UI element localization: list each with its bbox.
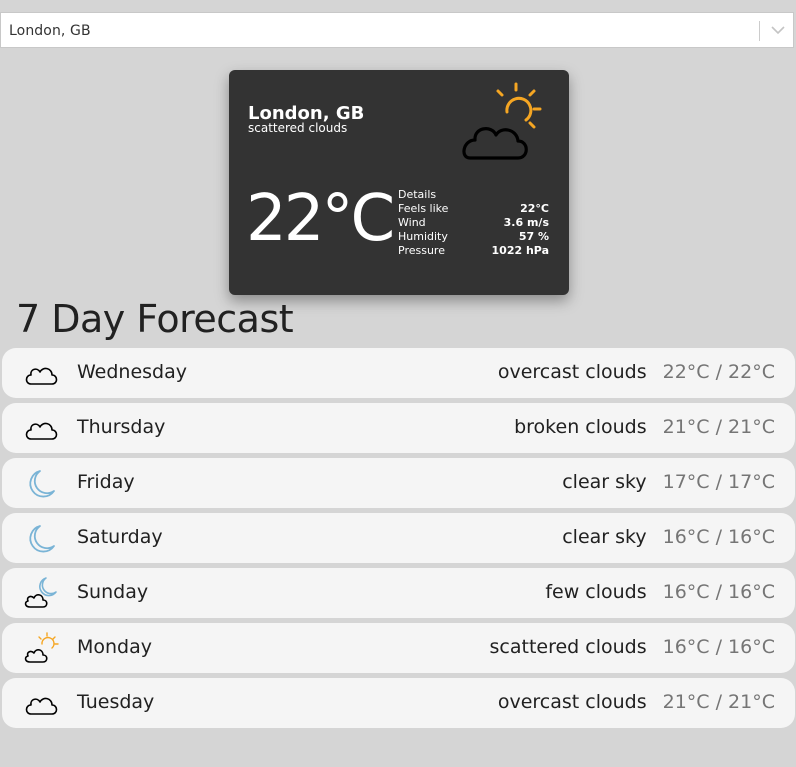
forecast-summary: broken clouds 21°C / 21°C (514, 416, 775, 438)
city-search-select[interactable]: London, GB (0, 12, 794, 48)
forecast-description: overcast clouds (497, 691, 647, 713)
forecast-row-friday[interactable]: Friday clear sky 17°C / 17°C (2, 458, 795, 508)
forecast-summary: overcast clouds 22°C / 22°C (498, 361, 775, 383)
search-value: London, GB (9, 23, 91, 39)
forecast-day: Friday (77, 471, 135, 493)
detail-label: Humidity (398, 230, 448, 243)
detail-row-pressure: Pressure 1022 hPa (398, 244, 549, 258)
moon-icon (29, 470, 55, 498)
forecast-list: Wednesday overcast clouds 22°C / 22°C Thu… (2, 348, 795, 733)
forecast-temperature: 21°C / 21°C (662, 416, 775, 438)
forecast-day: Saturday (77, 526, 163, 548)
top-band (0, 0, 796, 12)
cloud-icon (25, 367, 58, 385)
detail-label: Pressure (398, 244, 445, 257)
forecast-title: 7 Day Forecast (16, 297, 294, 341)
forecast-day: Monday (77, 636, 153, 658)
detail-value: 1022 hPa (491, 244, 549, 257)
forecast-summary: few clouds 16°C / 16°C (545, 581, 775, 603)
details-header: Details (398, 188, 549, 202)
forecast-description: scattered clouds (489, 636, 647, 658)
chevron-down-icon[interactable] (770, 24, 786, 36)
details-panel: Details Feels like 22°C Wind 3.6 m/s Hum… (398, 188, 549, 258)
forecast-day: Tuesday (77, 691, 155, 713)
forecast-description: overcast clouds (497, 361, 647, 383)
detail-value: 57 % (518, 230, 549, 243)
forecast-row-tuesday[interactable]: Tuesday overcast clouds 21°C / 21°C (2, 678, 795, 728)
forecast-summary: scattered clouds 16°C / 16°C (490, 636, 776, 658)
detail-value: 3.6 m/s (503, 216, 549, 229)
forecast-temperature: 16°C / 16°C (662, 581, 775, 603)
detail-label: Feels like (398, 202, 449, 215)
forecast-temperature: 16°C / 16°C (662, 526, 775, 548)
forecast-summary: clear sky 16°C / 16°C (562, 526, 775, 548)
current-description: scattered clouds (248, 121, 348, 135)
scattered-clouds-day-icon (462, 82, 542, 160)
cloud-icon (25, 422, 58, 440)
forecast-row-wednesday[interactable]: Wednesday overcast clouds 22°C / 22°C (2, 348, 795, 398)
forecast-description: clear sky (562, 471, 647, 493)
forecast-description: broken clouds (514, 416, 647, 438)
forecast-day: Wednesday (77, 361, 188, 383)
forecast-day: Thursday (77, 416, 166, 438)
forecast-description: clear sky (562, 526, 647, 548)
current-temperature: 22°C (246, 182, 395, 256)
cloud-sun-icon (24, 632, 59, 663)
detail-row-feels-like: Feels like 22°C (398, 202, 549, 216)
moon-icon (29, 525, 55, 553)
detail-row-humidity: Humidity 57 % (398, 230, 549, 244)
details-label: Details (398, 188, 437, 201)
cloud-icon (25, 697, 58, 715)
select-separator (759, 21, 760, 41)
forecast-day: Sunday (77, 581, 149, 603)
forecast-row-thursday[interactable]: Thursday broken clouds 21°C / 21°C (2, 403, 795, 453)
forecast-temperature: 17°C / 17°C (662, 471, 775, 493)
forecast-row-sunday[interactable]: Sunday few clouds 16°C / 16°C (2, 568, 795, 618)
forecast-summary: clear sky 17°C / 17°C (562, 471, 775, 493)
cloud-moon-icon (24, 577, 57, 608)
forecast-row-saturday[interactable]: Saturday clear sky 16°C / 16°C (2, 513, 795, 563)
forecast-row-monday[interactable]: Monday scattered clouds 16°C / 16°C (2, 623, 795, 673)
detail-value: 22°C (520, 202, 549, 215)
forecast-temperature: 16°C / 16°C (662, 636, 775, 658)
forecast-temperature: 22°C / 22°C (662, 361, 775, 383)
detail-label: Wind (398, 216, 426, 229)
forecast-temperature: 21°C / 21°C (662, 691, 775, 713)
current-weather-card: London, GB scattered clouds 22°C Details… (229, 70, 569, 295)
forecast-summary: overcast clouds 21°C / 21°C (498, 691, 775, 713)
forecast-description: few clouds (545, 581, 647, 603)
detail-row-wind: Wind 3.6 m/s (398, 216, 549, 230)
